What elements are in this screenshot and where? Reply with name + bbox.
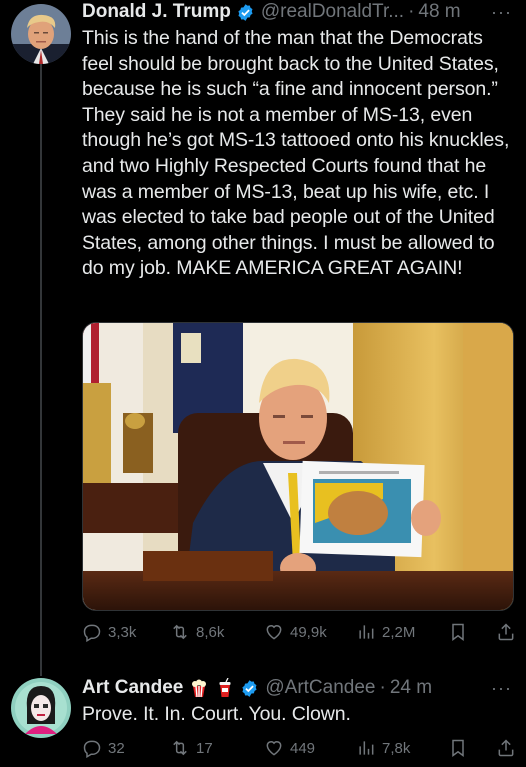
repost-icon [173, 740, 187, 756]
tweet-action-bar: 32 17 449 7,8k [82, 738, 516, 758]
views-button[interactable]: 2,2M [356, 622, 448, 642]
bookmark-icon [452, 623, 464, 641]
share-button[interactable] [496, 738, 516, 758]
popcorn-emoji-icon [189, 678, 209, 698]
author-handle[interactable]: @ArtCandee [265, 677, 375, 699]
bookmark-icon [452, 739, 464, 757]
avatar-image [11, 4, 71, 64]
tweet-text: This is the hand of the man that the Dem… [82, 27, 510, 280]
display-name[interactable]: Donald J. Trump [82, 1, 231, 23]
separator-dot: · [379, 677, 386, 698]
separator-dot: · [408, 1, 415, 22]
author-handle[interactable]: @realDonaldTr... [261, 1, 404, 23]
more-options-button[interactable]: ··· [491, 2, 516, 23]
timestamp[interactable]: 48 m [418, 1, 460, 23]
reply-button[interactable]: 32 [82, 738, 170, 758]
tweet-main[interactable]: Donald J. Trump @realDonaldTr... · 48 m … [82, 0, 516, 282]
repost-icon [173, 624, 187, 640]
heart-icon [266, 625, 282, 640]
tweet-text: Prove. It. In. Court. You. Clown. [82, 703, 351, 725]
display-name[interactable]: Art Candee [82, 677, 183, 699]
share-icon [498, 739, 514, 757]
share-icon [498, 623, 514, 641]
share-button[interactable] [496, 622, 516, 642]
tweet-header: Donald J. Trump @realDonaldTr... · 48 m … [82, 0, 516, 24]
tweet-media-photo[interactable] [82, 322, 514, 611]
reply-icon [83, 740, 101, 758]
verified-badge-icon [240, 679, 259, 698]
timestamp[interactable]: 24 m [390, 677, 432, 699]
like-button[interactable]: 449 [264, 738, 356, 758]
cup-emoji-icon [215, 677, 235, 698]
author-avatar[interactable] [11, 4, 71, 64]
views-button[interactable]: 7,8k [356, 738, 448, 758]
more-options-button[interactable]: ··· [491, 678, 516, 699]
repost-count: 8,6k [196, 623, 225, 641]
bookmark-button[interactable] [448, 738, 486, 758]
verified-badge-icon [236, 3, 255, 22]
like-count: 449 [290, 739, 316, 757]
tweet-action-bar: 3,3k 8,6k 49,9k 2,2M [82, 622, 516, 642]
reply-button[interactable]: 3,3k [82, 622, 170, 642]
thread-connector-line [40, 64, 42, 676]
photo-image [83, 323, 513, 610]
views-count: 2,2M [382, 623, 416, 641]
views-icon [359, 741, 374, 755]
repost-count: 17 [196, 739, 213, 757]
like-count: 49,9k [290, 623, 327, 641]
like-button[interactable]: 49,9k [264, 622, 356, 642]
views-icon [359, 625, 374, 639]
heart-icon [266, 741, 282, 756]
bookmark-button[interactable] [448, 622, 486, 642]
reply-author-avatar[interactable] [11, 678, 71, 738]
reply-count: 32 [108, 739, 125, 757]
views-count: 7,8k [382, 739, 411, 757]
avatar-image [11, 678, 71, 738]
tweet-header: Art Candee @ArtCandee · 24 m ··· [82, 676, 516, 700]
repost-button[interactable]: 17 [170, 738, 264, 758]
reply-count: 3,3k [108, 623, 137, 641]
tweet-reply[interactable]: Art Candee @ArtCandee · 24 m ··· Prove. … [82, 676, 516, 728]
repost-button[interactable]: 8,6k [170, 622, 264, 642]
reply-icon [83, 624, 101, 642]
